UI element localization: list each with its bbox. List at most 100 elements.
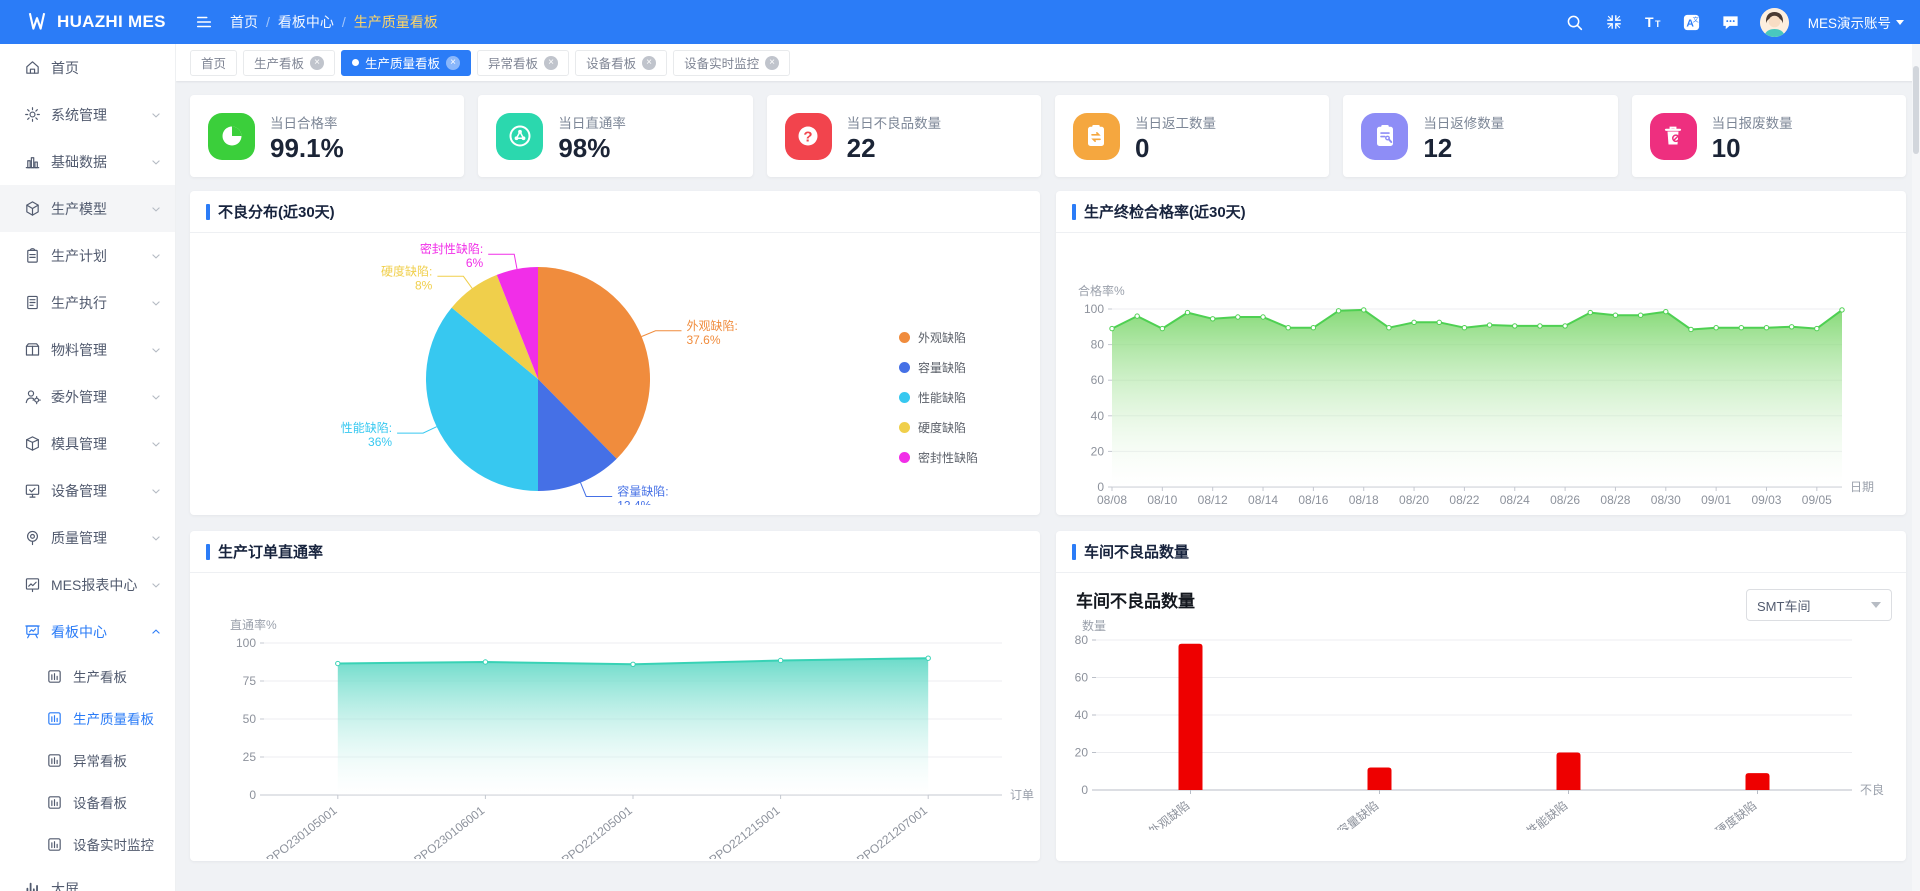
svg-text:0: 0 — [1097, 480, 1104, 494]
font-size-icon[interactable]: TT — [1643, 12, 1663, 32]
pie-callout-label: 外观缺陷:37.6% — [686, 318, 737, 347]
sidebar-item[interactable]: 系统管理 — [0, 91, 175, 138]
kpi-label: 当日返修数量 — [1423, 112, 1504, 132]
sidebar-item[interactable]: 模具管理 — [0, 420, 175, 467]
svg-text:性能缺陷: 性能缺陷 — [1523, 798, 1570, 830]
tab[interactable]: 生产质量看板× — [341, 50, 471, 76]
workshop-select[interactable]: SMT车间 — [1746, 589, 1892, 621]
sidebar-subitem[interactable]: 设备看板 — [0, 781, 175, 823]
sidebar-item[interactable]: 质量管理 — [0, 514, 175, 561]
kpi-label: 当日不良品数量 — [847, 112, 942, 132]
panel-title-row: 生产订单直通率 — [190, 531, 1040, 573]
svg-text:T: T — [1645, 14, 1654, 30]
legend-dot — [899, 362, 910, 373]
kpi-card: 当日直通率98% — [478, 95, 752, 177]
svg-text:09/03: 09/03 — [1751, 493, 1781, 507]
sidebar-item[interactable]: 委外管理 — [0, 373, 175, 420]
tab-close-icon[interactable]: × — [642, 56, 656, 70]
chevron-down-icon — [1871, 602, 1881, 608]
legend-label: 外观缺陷 — [918, 329, 966, 346]
bar[interactable] — [1746, 773, 1770, 790]
legend-item[interactable]: 硬度缺陷 — [899, 419, 978, 436]
rework-icon — [1073, 113, 1120, 160]
sidebar-item[interactable]: 生产执行 — [0, 279, 175, 326]
breadcrumb-separator: / — [342, 14, 346, 30]
svg-text:100: 100 — [236, 636, 256, 650]
sidebar-subitem-label: 设备看板 — [73, 792, 127, 812]
svg-text:?: ? — [804, 129, 813, 146]
pie-icon — [208, 113, 255, 160]
sidebar-item[interactable]: 首页 — [0, 44, 175, 91]
user-avatar[interactable] — [1760, 8, 1789, 37]
kpi-value: 99.1% — [270, 135, 344, 161]
chevron-down-icon — [149, 155, 163, 169]
sidebar-item[interactable]: 设备管理 — [0, 467, 175, 514]
pass-rate-chart-area: 02040608010008/0808/1008/1208/1408/1608/… — [1056, 233, 1906, 515]
svg-text:08/14: 08/14 — [1248, 493, 1278, 507]
app-logo[interactable]: HUAZHI MES — [0, 11, 176, 33]
bar[interactable] — [1557, 753, 1581, 791]
sidebar-item-label: 看板中心 — [51, 622, 107, 642]
svg-text:0: 0 — [249, 788, 256, 802]
bar[interactable] — [1368, 768, 1392, 791]
chevron-down-icon — [149, 484, 163, 498]
kpi-value: 0 — [1135, 135, 1216, 161]
tab[interactable]: 设备实时监控× — [673, 50, 790, 76]
svg-text:08/20: 08/20 — [1399, 493, 1429, 507]
tab-close-icon[interactable]: × — [544, 56, 558, 70]
sidebar-item[interactable]: 生产模型 — [0, 185, 175, 232]
svg-text:80: 80 — [1075, 633, 1089, 647]
sidebar-subitem[interactable]: 设备实时监控 — [0, 823, 175, 865]
tab[interactable]: 设备看板× — [575, 50, 667, 76]
sidebar-item-label: MES报表中心 — [51, 575, 137, 595]
box-icon — [24, 435, 41, 452]
translate-icon[interactable]: A文 — [1682, 12, 1702, 32]
legend-item[interactable]: 性能缺陷 — [899, 389, 978, 406]
search-icon[interactable] — [1565, 12, 1585, 32]
bars-icon — [24, 880, 41, 891]
breadcrumb-item[interactable]: 生产质量看板 — [354, 12, 438, 32]
exit-fullscreen-icon[interactable] — [1604, 12, 1624, 32]
sidebar-item[interactable]: 大屏 — [0, 865, 175, 891]
tab[interactable]: 首页 — [190, 50, 237, 76]
tab[interactable]: 异常看板× — [477, 50, 569, 76]
svg-text:直通率%: 直通率% — [230, 617, 277, 632]
svg-text:PPO230105001: PPO230105001 — [264, 803, 340, 859]
message-icon[interactable] — [1721, 12, 1741, 32]
sidebar-subitem[interactable]: 异常看板 — [0, 739, 175, 781]
collapse-menu-icon[interactable] — [194, 12, 214, 32]
sidebar-subitem-label: 异常看板 — [73, 750, 127, 770]
sidebar-subitem[interactable]: 生产看板 — [0, 655, 175, 697]
sidebar-item[interactable]: 基础数据 — [0, 138, 175, 185]
svg-text:75: 75 — [243, 674, 257, 688]
tab-close-icon[interactable]: × — [310, 56, 324, 70]
bar[interactable] — [1179, 644, 1203, 790]
tab[interactable]: 生产看板 × — [243, 50, 335, 76]
sidebar-item[interactable]: 生产计划 — [0, 232, 175, 279]
sidebar-subitem[interactable]: 生产质量看板 — [0, 697, 175, 739]
tab-close-icon[interactable]: × — [765, 56, 779, 70]
title-accent-bar — [1072, 544, 1076, 560]
sidebar-item[interactable]: 物料管理 — [0, 326, 175, 373]
legend-item[interactable]: 外观缺陷 — [899, 329, 978, 346]
sidebar-item[interactable]: 看板中心 — [0, 608, 175, 655]
legend-item[interactable]: 密封性缺陷 — [899, 449, 978, 466]
kpi-label: 当日返工数量 — [1135, 112, 1216, 132]
quality-icon — [24, 529, 41, 546]
scrollbar-thumb[interactable] — [1913, 66, 1919, 154]
breadcrumb-item[interactable]: 看板中心 — [278, 12, 334, 32]
sidebar-item[interactable]: MES报表中心 — [0, 561, 175, 608]
pie-callout-label: 性能缺陷:36% — [341, 420, 393, 449]
svg-text:25: 25 — [243, 750, 257, 764]
tab-label: 生产看板 — [254, 53, 304, 72]
svg-text:日期: 日期 — [1850, 480, 1874, 494]
page-scrollbar[interactable] — [1912, 44, 1920, 891]
svg-text:08/12: 08/12 — [1198, 493, 1228, 507]
board-icon — [24, 623, 41, 640]
svg-text:50: 50 — [243, 712, 257, 726]
user-menu[interactable]: MES演示账号 — [1808, 12, 1904, 32]
svg-text:60: 60 — [1075, 671, 1089, 685]
legend-item[interactable]: 容量缺陷 — [899, 359, 978, 376]
breadcrumb-item[interactable]: 首页 — [230, 12, 258, 32]
tab-close-icon[interactable]: × — [446, 56, 460, 70]
